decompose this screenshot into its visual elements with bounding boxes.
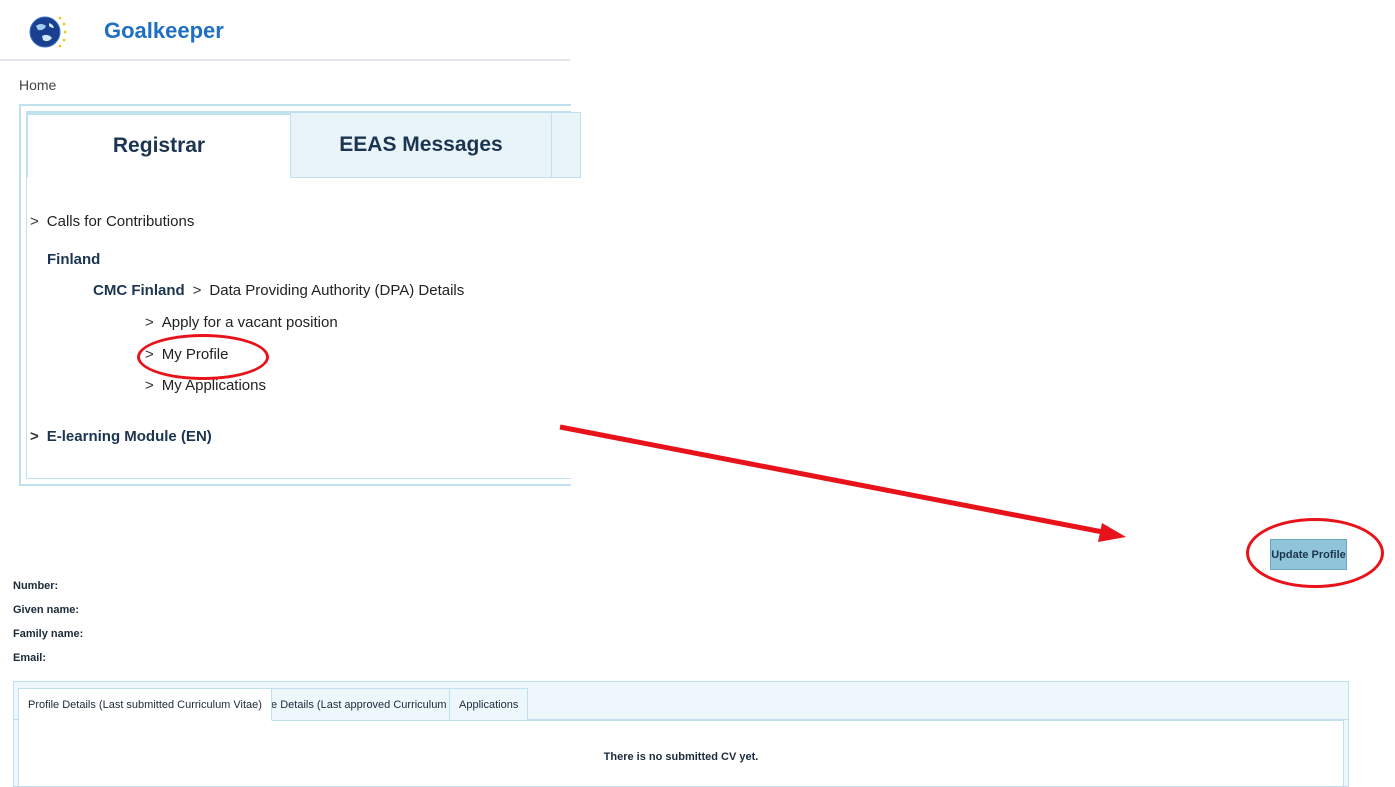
field-number-label: Number: [13, 580, 59, 592]
tab-registrar[interactable]: Registrar [27, 112, 291, 178]
tab-last-submitted-cv[interactable]: Profile Details (Last submitted Curricul… [18, 688, 272, 721]
profile-tabs-panel: Profile Details (Last submitted Curricul… [13, 681, 1349, 787]
no-cv-message: There is no submitted CV yet. [603, 751, 759, 763]
tab-applications[interactable]: Applications [449, 688, 529, 721]
field-given-name-label: Given name: [13, 604, 80, 616]
field-family-name-label: Family name: [13, 628, 84, 640]
field-email-label: Email: [13, 652, 47, 664]
profile-tabs-row: Profile Details (Last submitted Curricul… [14, 682, 1348, 721]
profile-tab-content: There is no submitted CV yet. [18, 720, 1344, 786]
update-profile-button[interactable]: Update Profile [1270, 539, 1347, 570]
